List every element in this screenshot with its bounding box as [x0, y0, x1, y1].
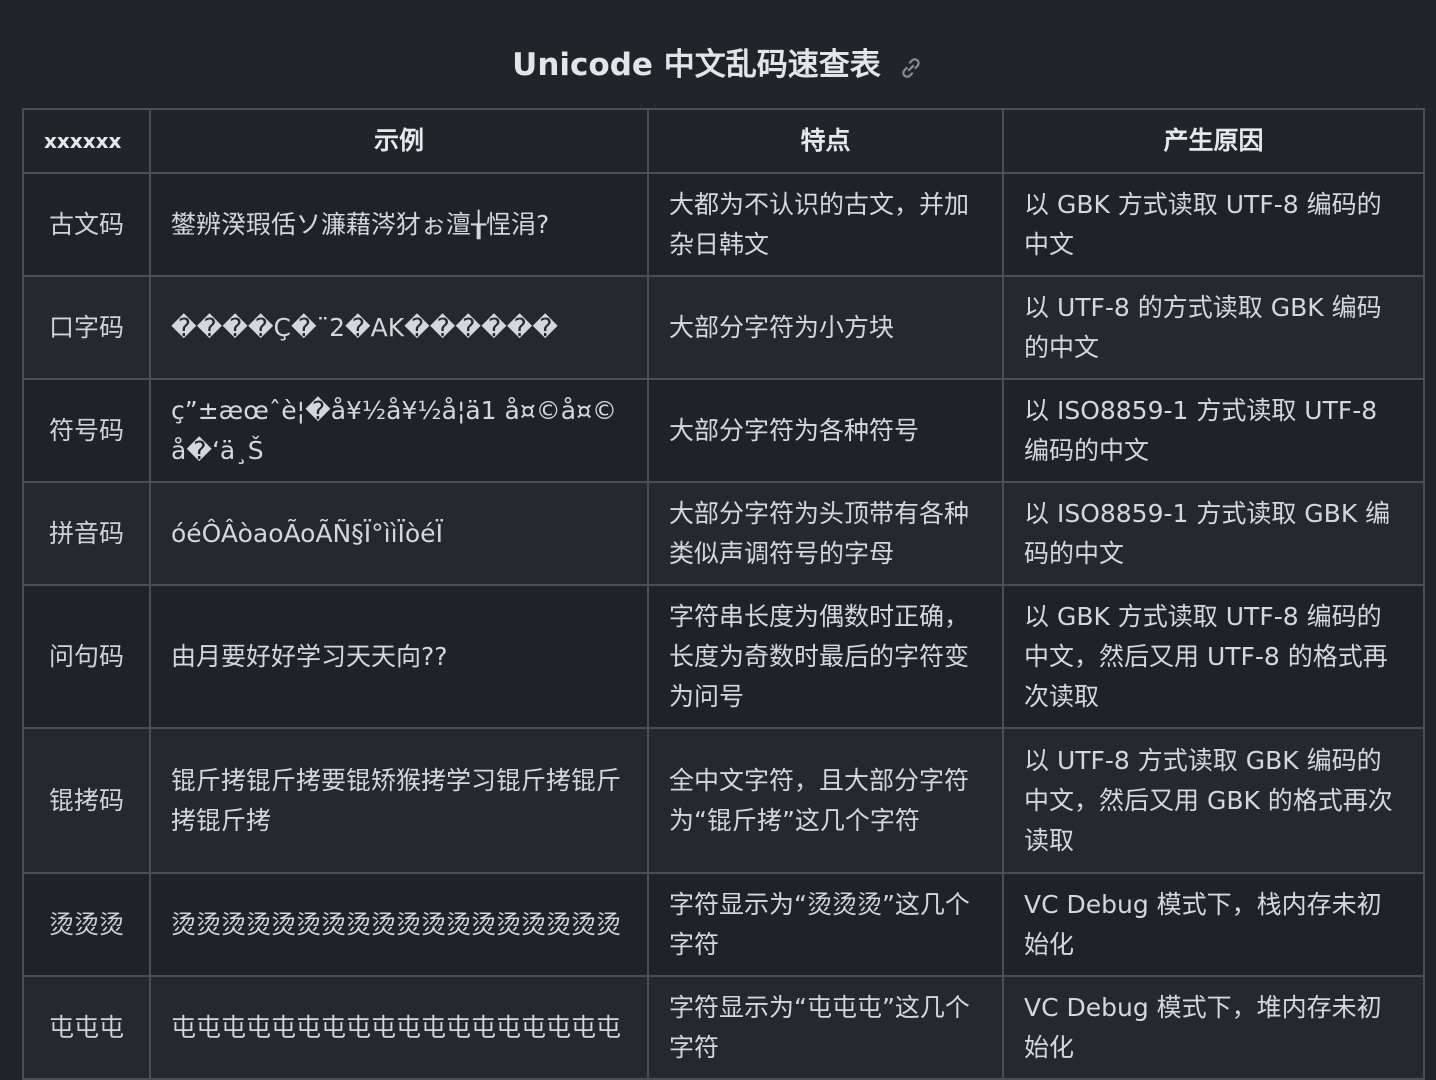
- table-row: 锟拷码 锟斤拷锟斤拷要锟矫猴拷学习锟斤拷锟斤拷锟斤拷 全中文字符，且大部分字符为…: [22, 727, 1425, 874]
- row-feature: 大部分字符为各种符号: [647, 378, 1004, 483]
- row-name: 古文码: [22, 172, 151, 277]
- row-feature: 大部分字符为小方块: [647, 275, 1004, 380]
- header-cause: 产生原因: [1002, 108, 1425, 174]
- page-title: Unicode 中文乱码速查表: [512, 46, 881, 83]
- row-cause: VC Debug 模式下，堆内存未初始化: [1002, 975, 1425, 1080]
- title-bar: Unicode 中文乱码速查表: [0, 38, 1436, 90]
- row-cause: 以 ISO8859-1 方式读取 GBK 编码的中文: [1002, 481, 1425, 586]
- row-name: 锟拷码: [22, 727, 151, 874]
- table-row: 烫烫烫 烫烫烫烫烫烫烫烫烫烫烫烫烫烫烫烫烫烫 字符显示为“烫烫烫”这几个字符 V…: [22, 872, 1425, 977]
- row-example: ����Ç�¨2�ΑΚ������: [149, 275, 649, 380]
- row-cause: VC Debug 模式下，栈内存未初始化: [1002, 872, 1425, 977]
- row-cause: 以 GBK 方式读取 UTF-8 编码的中文: [1002, 172, 1425, 277]
- row-feature: 字符串长度为偶数时正确，长度为奇数时最后的字符变为问号: [647, 584, 1004, 729]
- link-icon[interactable]: [898, 55, 924, 81]
- header-feature: 特点: [647, 108, 1004, 174]
- row-feature: 全中文字符，且大部分字符为“锟斤拷”这几个字符: [647, 727, 1004, 874]
- row-name: 问句码: [22, 584, 151, 729]
- row-feature: 字符显示为“烫烫烫”这几个字符: [647, 872, 1004, 977]
- row-example: ç”±æœˆè¦�å¥½å¥½å­¦ä1 å¤©å¤©å�‘ä¸Š: [149, 378, 649, 483]
- row-name: 拼音码: [22, 481, 151, 586]
- row-cause: 以 GBK 方式读取 UTF-8 编码的中文，然后又用 UTF-8 的格式再次读…: [1002, 584, 1425, 729]
- row-cause: 以 UTF-8 方式读取 GBK 编码的中文，然后又用 GBK 的格式再次读取: [1002, 727, 1425, 874]
- row-example: 烫烫烫烫烫烫烫烫烫烫烫烫烫烫烫烫烫烫: [149, 872, 649, 977]
- row-example: 鐢辨湀瑕佸ソ濂藉涔犲ぉ澶╁悜涓?: [149, 172, 649, 277]
- table-row: 口字码 ����Ç�¨2�ΑΚ������ 大部分字符为小方块 以 UTF-8 …: [22, 275, 1425, 380]
- garbled-text-table: xxxxxx 示例 特点 产生原因 古文码 鐢辨湀瑕佸ソ濂藉涔犲ぉ澶╁悜涓? 大…: [22, 108, 1425, 1080]
- row-feature: 字符显示为“屯屯屯”这几个字符: [647, 975, 1004, 1080]
- row-cause: 以 ISO8859-1 方式读取 UTF-8 编码的中文: [1002, 378, 1425, 483]
- row-name: 口字码: [22, 275, 151, 380]
- table-row: 符号码 ç”±æœˆè¦�å¥½å¥½å­¦ä1 å¤©å¤©å�‘ä¸Š 大部…: [22, 378, 1425, 483]
- table-header-row: xxxxxx 示例 特点 产生原因: [22, 108, 1425, 174]
- row-name: 屯屯屯: [22, 975, 151, 1080]
- row-example: 锟斤拷锟斤拷要锟矫猴拷学习锟斤拷锟斤拷锟斤拷: [149, 727, 649, 874]
- table-row: 屯屯屯 屯屯屯屯屯屯屯屯屯屯屯屯屯屯屯屯屯屯 字符显示为“屯屯屯”这几个字符 V…: [22, 975, 1425, 1080]
- table-row: 拼音码 óéÔÂòaoÃoÃÑ§Ï°ììÏòéÏ 大部分字符为头顶带有各种类似声…: [22, 481, 1425, 586]
- row-feature: 大部分字符为头顶带有各种类似声调符号的字母: [647, 481, 1004, 586]
- row-cause: 以 UTF-8 的方式读取 GBK 编码的中文: [1002, 275, 1425, 380]
- row-name: 烫烫烫: [22, 872, 151, 977]
- row-feature: 大都为不认识的古文，并加杂日韩文: [647, 172, 1004, 277]
- row-example: óéÔÂòaoÃoÃÑ§Ï°ììÏòéÏ: [149, 481, 649, 586]
- table-row: 问句码 由月要好好学习天天向?? 字符串长度为偶数时正确，长度为奇数时最后的字符…: [22, 584, 1425, 729]
- table-row: 古文码 鐢辨湀瑕佸ソ濂藉涔犲ぉ澶╁悜涓? 大都为不认识的古文，并加杂日韩文 以 …: [22, 172, 1425, 277]
- header-type: xxxxxx: [22, 108, 151, 174]
- row-name: 符号码: [22, 378, 151, 483]
- row-example: 屯屯屯屯屯屯屯屯屯屯屯屯屯屯屯屯屯屯: [149, 975, 649, 1080]
- row-example: 由月要好好学习天天向??: [149, 584, 649, 729]
- header-example: 示例: [149, 108, 649, 174]
